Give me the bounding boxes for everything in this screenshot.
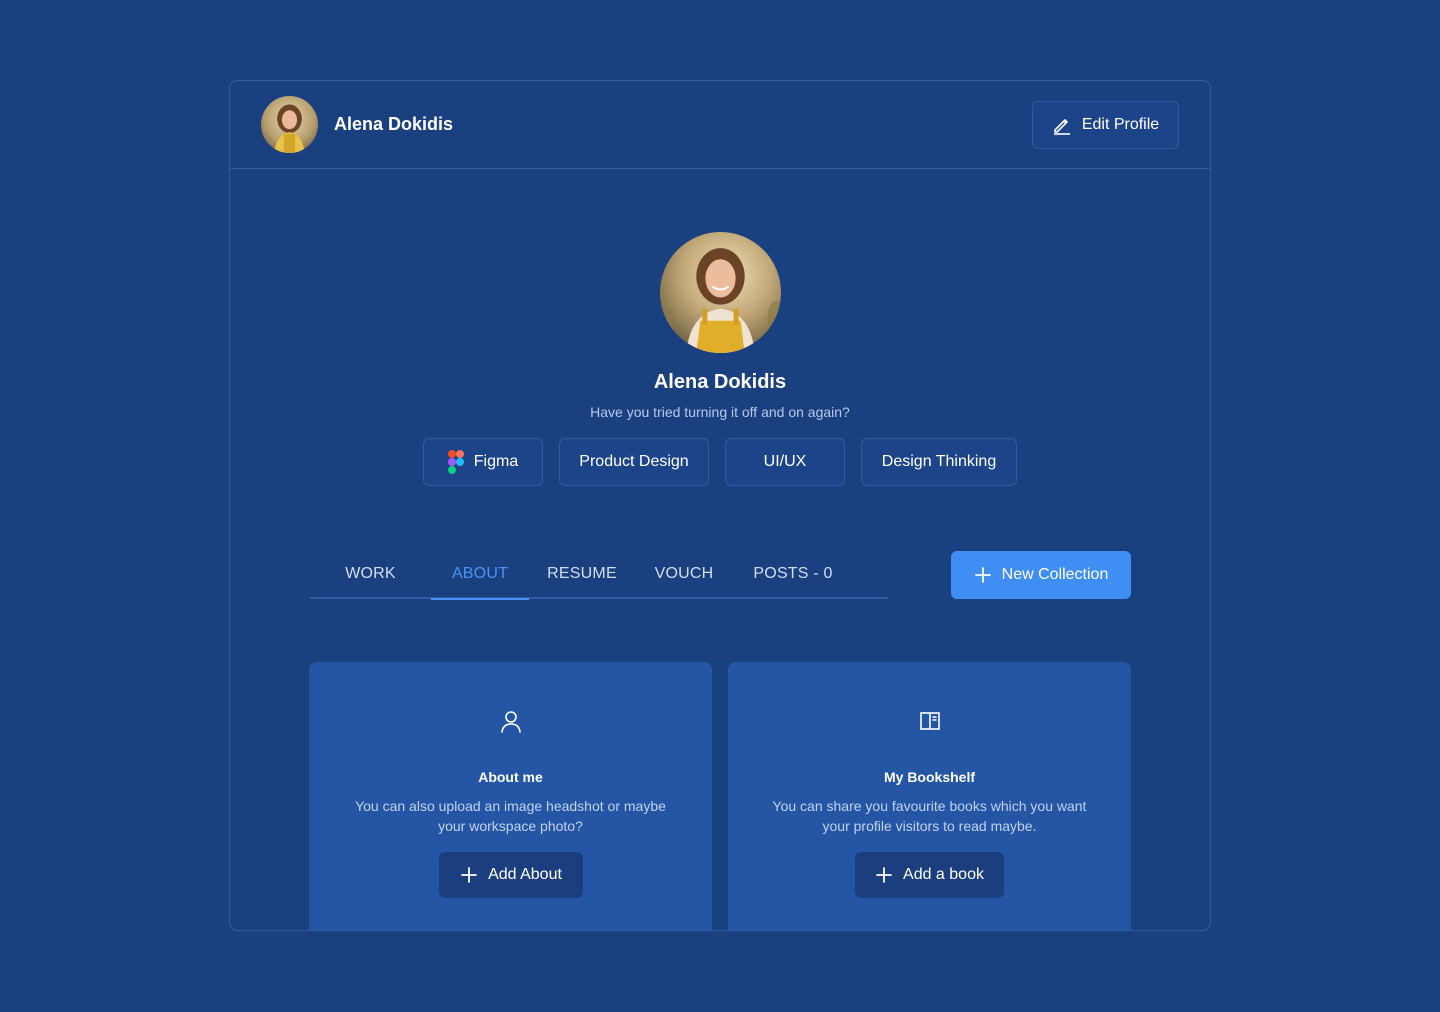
skill-chip-figma[interactable]: Figma <box>423 438 543 486</box>
edit-profile-label: Edit Profile <box>1081 116 1160 133</box>
about-me-panel: About me You can also upload an image he… <box>309 662 712 930</box>
header-user-name: Alena Dokidis <box>334 114 454 134</box>
skill-chip-label: Design Thinking <box>881 453 997 470</box>
skill-chips: Figma Product Design UI/UX Design Thinki… <box>230 438 1210 486</box>
new-collection-button[interactable]: New Collection <box>951 551 1131 599</box>
pencil-icon <box>1053 119 1070 135</box>
tab-vouch[interactable]: VOUCH <box>635 550 733 598</box>
about-me-description-line: You can also upload an image headshot or… <box>355 798 666 814</box>
edit-profile-button[interactable]: Edit Profile <box>1032 101 1179 149</box>
avatar[interactable] <box>261 96 318 153</box>
plus-icon <box>974 567 991 583</box>
bookshelf-title: My Bookshelf <box>883 769 975 785</box>
figma-icon <box>447 450 464 474</box>
about-me-description: You can also upload an image headshot or… <box>339 796 682 836</box>
about-panels: About me You can also upload an image he… <box>309 662 1132 930</box>
page: Alena Dokidis Edit Profile Alena Dokidis… <box>0 0 1440 1012</box>
bookshelf-description: You can share you favourite books which … <box>758 796 1101 836</box>
tab-posts[interactable]: POSTS - 0 <box>733 550 853 598</box>
profile-tabs: WORK ABOUT RESUME VOUCH POSTS - 0 <box>310 550 888 600</box>
skill-chip-label: UI/UX <box>763 453 807 470</box>
skill-chip-product-design[interactable]: Product Design <box>559 438 709 486</box>
plus-icon <box>461 867 477 883</box>
profile-card: Alena Dokidis Edit Profile Alena Dokidis… <box>229 80 1211 931</box>
add-about-button[interactable]: Add About <box>439 852 583 898</box>
bookshelf-panel: My Bookshelf You can share you favourite… <box>728 662 1131 930</box>
about-me-description-line: your workspace photo? <box>438 818 583 834</box>
skill-chip-label: Product Design <box>579 453 689 470</box>
tab-work[interactable]: WORK <box>310 550 431 598</box>
profile-photo <box>660 232 781 353</box>
add-book-button[interactable]: Add a book <box>855 852 1004 898</box>
bookshelf-description-line: You can share you favourite books which … <box>772 798 1087 814</box>
profile-tagline: Have you tried turning it off and on aga… <box>590 404 850 420</box>
user-icon <box>500 711 521 733</box>
tab-about[interactable]: ABOUT <box>431 550 529 600</box>
tab-resume[interactable]: RESUME <box>529 550 635 598</box>
add-about-label: Add About <box>488 866 562 883</box>
add-book-label: Add a book <box>903 866 984 883</box>
book-icon <box>919 712 940 730</box>
skill-chip-label: Figma <box>473 453 519 470</box>
skill-chip-design-thinking[interactable]: Design Thinking <box>861 438 1017 486</box>
plus-icon <box>876 867 892 883</box>
skill-chip-ui-ux[interactable]: UI/UX <box>725 438 845 486</box>
about-me-title: About me <box>478 769 543 785</box>
profile-name: Alena Dokidis <box>653 371 787 393</box>
bookshelf-description-line: your profile visitors to read maybe. <box>822 818 1037 834</box>
new-collection-label: New Collection <box>1001 566 1109 583</box>
card-header: Alena Dokidis Edit Profile <box>230 81 1210 169</box>
